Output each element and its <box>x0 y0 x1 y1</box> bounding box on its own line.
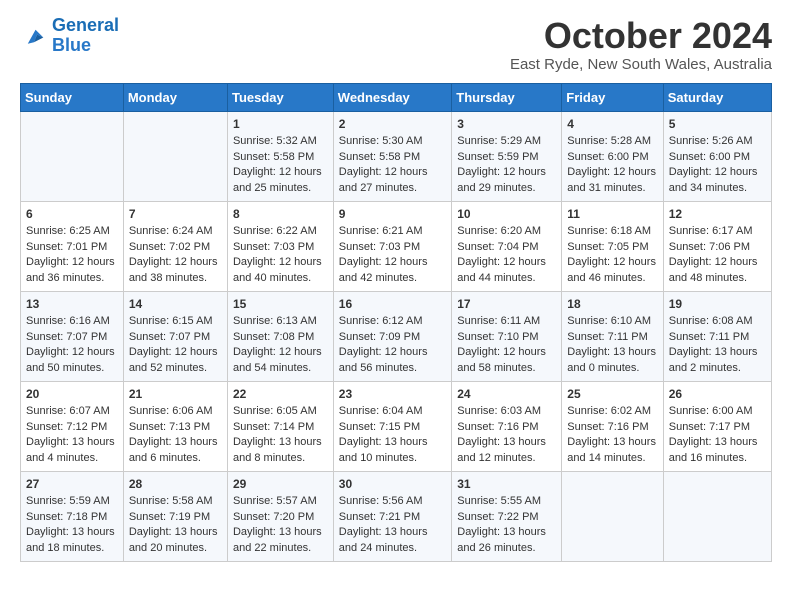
header-cell-thursday: Thursday <box>452 83 562 111</box>
calendar-cell: 25Sunrise: 6:02 AMSunset: 7:16 PMDayligh… <box>562 381 663 471</box>
header-cell-monday: Monday <box>123 83 227 111</box>
day-number: 13 <box>26 296 118 313</box>
day-number: 2 <box>339 116 446 133</box>
day-number: 30 <box>339 476 446 493</box>
calendar-cell: 9Sunrise: 6:21 AMSunset: 7:03 PMDaylight… <box>333 201 451 291</box>
day-number: 15 <box>233 296 328 313</box>
header-row: SundayMondayTuesdayWednesdayThursdayFrid… <box>21 83 772 111</box>
calendar-cell: 10Sunrise: 6:20 AMSunset: 7:04 PMDayligh… <box>452 201 562 291</box>
subtitle: East Ryde, New South Wales, Australia <box>510 56 772 73</box>
header-cell-wednesday: Wednesday <box>333 83 451 111</box>
day-number: 11 <box>567 206 657 223</box>
calendar-cell: 27Sunrise: 5:59 AMSunset: 7:18 PMDayligh… <box>21 471 124 561</box>
logo: General Blue <box>20 16 119 56</box>
header-cell-sunday: Sunday <box>21 83 124 111</box>
month-title: October 2024 <box>510 16 772 56</box>
day-number: 6 <box>26 206 118 223</box>
day-number: 3 <box>457 116 556 133</box>
day-number: 21 <box>129 386 222 403</box>
calendar-cell <box>562 471 663 561</box>
day-number: 17 <box>457 296 556 313</box>
logo-icon <box>20 22 48 50</box>
calendar-cell: 20Sunrise: 6:07 AMSunset: 7:12 PMDayligh… <box>21 381 124 471</box>
calendar-cell <box>123 111 227 201</box>
title-block: October 2024 East Ryde, New South Wales,… <box>510 16 772 73</box>
day-number: 10 <box>457 206 556 223</box>
day-number: 1 <box>233 116 328 133</box>
calendar-cell: 4Sunrise: 5:28 AMSunset: 6:00 PMDaylight… <box>562 111 663 201</box>
header: General Blue October 2024 East Ryde, New… <box>20 16 772 73</box>
calendar-cell: 7Sunrise: 6:24 AMSunset: 7:02 PMDaylight… <box>123 201 227 291</box>
calendar-cell: 3Sunrise: 5:29 AMSunset: 5:59 PMDaylight… <box>452 111 562 201</box>
week-row-5: 27Sunrise: 5:59 AMSunset: 7:18 PMDayligh… <box>21 471 772 561</box>
calendar-body: 1Sunrise: 5:32 AMSunset: 5:58 PMDaylight… <box>21 111 772 561</box>
day-number: 12 <box>669 206 766 223</box>
day-number: 4 <box>567 116 657 133</box>
calendar-cell: 17Sunrise: 6:11 AMSunset: 7:10 PMDayligh… <box>452 291 562 381</box>
calendar-cell: 13Sunrise: 6:16 AMSunset: 7:07 PMDayligh… <box>21 291 124 381</box>
day-number: 26 <box>669 386 766 403</box>
day-number: 8 <box>233 206 328 223</box>
day-number: 18 <box>567 296 657 313</box>
day-number: 28 <box>129 476 222 493</box>
header-cell-friday: Friday <box>562 83 663 111</box>
week-row-4: 20Sunrise: 6:07 AMSunset: 7:12 PMDayligh… <box>21 381 772 471</box>
week-row-2: 6Sunrise: 6:25 AMSunset: 7:01 PMDaylight… <box>21 201 772 291</box>
day-number: 9 <box>339 206 446 223</box>
day-number: 20 <box>26 386 118 403</box>
calendar-cell: 24Sunrise: 6:03 AMSunset: 7:16 PMDayligh… <box>452 381 562 471</box>
day-number: 22 <box>233 386 328 403</box>
calendar-table: SundayMondayTuesdayWednesdayThursdayFrid… <box>20 83 772 562</box>
calendar-cell: 12Sunrise: 6:17 AMSunset: 7:06 PMDayligh… <box>663 201 771 291</box>
calendar-cell: 22Sunrise: 6:05 AMSunset: 7:14 PMDayligh… <box>227 381 333 471</box>
week-row-1: 1Sunrise: 5:32 AMSunset: 5:58 PMDaylight… <box>21 111 772 201</box>
day-number: 16 <box>339 296 446 313</box>
day-number: 14 <box>129 296 222 313</box>
calendar-cell <box>21 111 124 201</box>
calendar-cell: 29Sunrise: 5:57 AMSunset: 7:20 PMDayligh… <box>227 471 333 561</box>
day-number: 25 <box>567 386 657 403</box>
day-number: 5 <box>669 116 766 133</box>
day-number: 19 <box>669 296 766 313</box>
calendar-cell: 11Sunrise: 6:18 AMSunset: 7:05 PMDayligh… <box>562 201 663 291</box>
calendar-cell: 18Sunrise: 6:10 AMSunset: 7:11 PMDayligh… <box>562 291 663 381</box>
calendar-cell: 23Sunrise: 6:04 AMSunset: 7:15 PMDayligh… <box>333 381 451 471</box>
day-number: 7 <box>129 206 222 223</box>
calendar-cell: 5Sunrise: 5:26 AMSunset: 6:00 PMDaylight… <box>663 111 771 201</box>
calendar-cell: 16Sunrise: 6:12 AMSunset: 7:09 PMDayligh… <box>333 291 451 381</box>
day-number: 29 <box>233 476 328 493</box>
calendar-cell: 2Sunrise: 5:30 AMSunset: 5:58 PMDaylight… <box>333 111 451 201</box>
calendar-cell: 6Sunrise: 6:25 AMSunset: 7:01 PMDaylight… <box>21 201 124 291</box>
day-number: 31 <box>457 476 556 493</box>
calendar-cell: 14Sunrise: 6:15 AMSunset: 7:07 PMDayligh… <box>123 291 227 381</box>
week-row-3: 13Sunrise: 6:16 AMSunset: 7:07 PMDayligh… <box>21 291 772 381</box>
calendar-cell: 19Sunrise: 6:08 AMSunset: 7:11 PMDayligh… <box>663 291 771 381</box>
day-number: 23 <box>339 386 446 403</box>
calendar-cell <box>663 471 771 561</box>
calendar-cell: 28Sunrise: 5:58 AMSunset: 7:19 PMDayligh… <box>123 471 227 561</box>
header-cell-saturday: Saturday <box>663 83 771 111</box>
day-number: 24 <box>457 386 556 403</box>
calendar-cell: 26Sunrise: 6:00 AMSunset: 7:17 PMDayligh… <box>663 381 771 471</box>
calendar-cell: 30Sunrise: 5:56 AMSunset: 7:21 PMDayligh… <box>333 471 451 561</box>
calendar-cell: 8Sunrise: 6:22 AMSunset: 7:03 PMDaylight… <box>227 201 333 291</box>
calendar-cell: 1Sunrise: 5:32 AMSunset: 5:58 PMDaylight… <box>227 111 333 201</box>
day-number: 27 <box>26 476 118 493</box>
calendar-cell: 31Sunrise: 5:55 AMSunset: 7:22 PMDayligh… <box>452 471 562 561</box>
calendar-header: SundayMondayTuesdayWednesdayThursdayFrid… <box>21 83 772 111</box>
calendar-cell: 15Sunrise: 6:13 AMSunset: 7:08 PMDayligh… <box>227 291 333 381</box>
header-cell-tuesday: Tuesday <box>227 83 333 111</box>
logo-text: General Blue <box>52 16 119 56</box>
calendar-cell: 21Sunrise: 6:06 AMSunset: 7:13 PMDayligh… <box>123 381 227 471</box>
